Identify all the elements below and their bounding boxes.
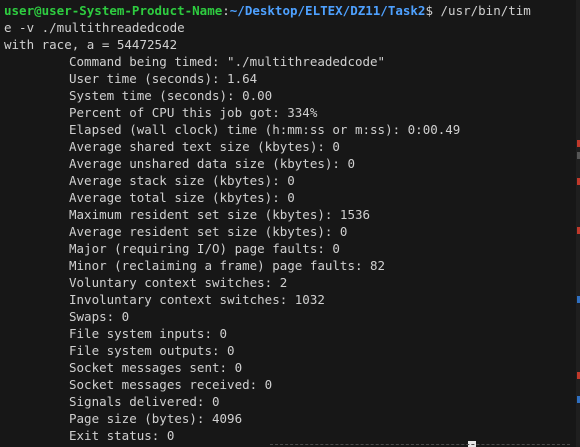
report-line: Average resident set size (kbytes): 0 [69,224,348,239]
scrollbar-track[interactable] [576,0,580,447]
report-line: Major (requiring I/O) page faults: 0 [69,241,340,256]
report-line: User time (seconds): 1.64 [69,71,258,86]
report-line: File system inputs: 0 [69,326,228,341]
report-line: Average shared text size (kbytes): 0 [69,139,340,154]
report-line: Average stack size (kbytes): 0 [69,173,295,188]
prompt-line: user@user-System-Product-Name:~/Desktop/… [4,2,580,19]
command-continuation: e -v ./multithreadedcode [4,20,185,35]
report-line: System time (seconds): 0.00 [69,88,273,103]
prompt-user-host: user@user-System-Product-Name [4,3,223,18]
terminal-window[interactable]: user@user-System-Product-Name:~/Desktop/… [0,0,580,447]
report-line: Socket messages sent: 0 [69,360,243,375]
report-line: Percent of CPU this job got: 334% [69,105,318,120]
prompt-separator: : [222,3,230,18]
prompt-symbol: $ [425,3,441,18]
report-line: Minor (reclaiming a frame) page faults: … [69,258,386,273]
report-line: Average total size (kbytes): 0 [69,190,295,205]
report-line: Average unshared data size (kbytes): 0 [69,156,355,171]
program-output: with race, a = 54472542 [4,37,178,52]
report-line: Command being timed: "./multithreadedcod… [69,54,386,69]
report-line: Page size (bytes): 4096 [69,411,243,426]
report-line: Exit status: 0 [69,428,175,443]
prompt-path: ~/Desktop/ELTEX/DZ11/Task2 [229,3,426,18]
report-line: Involuntary context switches: 1032 [69,292,325,307]
report-line: Socket messages received: 0 [69,377,273,392]
report-line: Voluntary context switches: 2 [69,275,288,290]
report-line: Swaps: 0 [69,309,130,324]
report-line: File system outputs: 0 [69,343,235,358]
report-line: Signals delivered: 0 [69,394,220,409]
command-text: /usr/bin/tim [440,3,531,18]
report-line: Elapsed (wall clock) time (h:mm:ss or m:… [69,122,461,137]
report-line: Maximum resident set size (kbytes): 1536 [69,207,371,222]
